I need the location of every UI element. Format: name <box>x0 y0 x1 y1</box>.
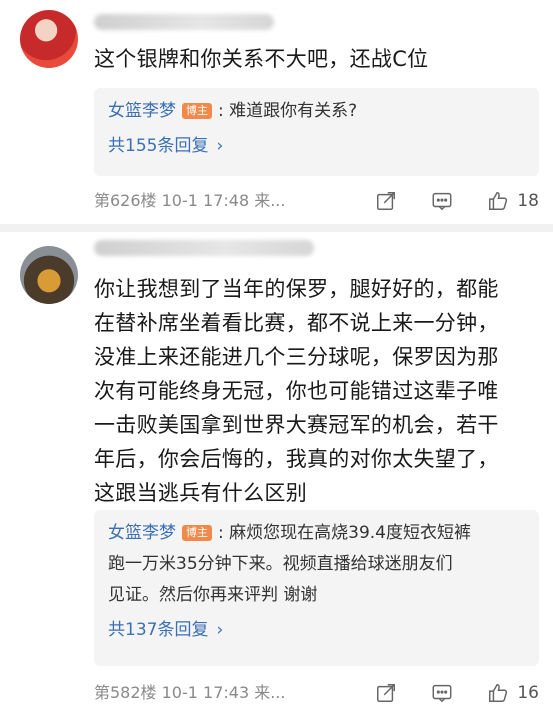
comment-meta: 第626楼 10-1 17:48 来... 18 <box>94 186 539 216</box>
thumbs-up-icon[interactable] <box>487 682 509 704</box>
avatar[interactable] <box>20 246 78 304</box>
reply-author[interactable]: 女篮李梦 <box>108 101 176 121</box>
comment-line: 一击败美国拿到世界大赛冠军的机会，若干 <box>94 413 499 437</box>
share-icon[interactable] <box>375 190 397 212</box>
comment-line: 没准上来还能进几个三分球呢，保罗因为那 <box>94 345 499 369</box>
comment-line: 在替补席坐着看比赛，都不说上来一分钟， <box>94 311 499 335</box>
view-replies-link[interactable]: 共137条回复 › <box>108 615 525 645</box>
floor-time-label: 第626楼 10-1 17:48 来... <box>94 191 286 210</box>
comment-line: 这个银牌和你关系不大吧，还战C位 <box>94 47 429 71</box>
reply-count-label: 共155条回复 <box>108 136 209 156</box>
chevron-right-icon: › <box>216 620 224 640</box>
comment-line: 年后，你会后悔的，我真的对你太失望了， <box>94 447 499 471</box>
avatar[interactable] <box>20 10 78 68</box>
comment-line: 次有可能终身无冠，你也可能错过这辈子唯 <box>94 379 499 403</box>
chevron-right-icon: › <box>216 136 224 156</box>
username-redacted <box>94 240 314 256</box>
comment-582: 你让我想到了当年的保罗，腿好好的，都能 在替补席坐着看比赛，都不说上来一分钟， … <box>0 226 553 720</box>
reply-count-label: 共137条回复 <box>108 620 209 640</box>
username-redacted <box>94 14 274 30</box>
comment-actions: 18 <box>341 186 539 216</box>
like-count: 16 <box>517 683 539 703</box>
reply-text: : 麻烦您现在高烧39.4度短衣短裤 <box>218 523 471 543</box>
comment-line: 这跟当逃兵有什么区别 <box>94 481 307 505</box>
reply-line: 女篮李梦 博主 : 难道跟你有关系? <box>108 96 525 127</box>
comment-actions: 16 <box>341 678 539 708</box>
reply-line: 跑一万米35分钟下来。视频直播给球迷朋友们 <box>108 554 453 574</box>
reply-line: 女篮李梦 博主 : 麻烦您现在高烧39.4度短衣短裤 <box>108 518 525 549</box>
view-replies-link[interactable]: 共155条回复 › <box>108 131 525 161</box>
comment-line: 你让我想到了当年的保罗，腿好好的，都能 <box>94 277 499 301</box>
comment-626: 这个银牌和你关系不大吧，还战C位 女篮李梦 博主 : 难道跟你有关系? 共155条回… <box>0 0 553 226</box>
comment-text: 这个银牌和你关系不大吧，还战C位 <box>94 42 533 76</box>
comment-text: 你让我想到了当年的保罗，腿好好的，都能 在替补席坐着看比赛，都不说上来一分钟， … <box>94 272 533 510</box>
author-badge: 博主 <box>182 525 212 541</box>
reply-preview[interactable]: 女篮李梦 博主 : 难道跟你有关系? 共155条回复 › <box>94 88 539 176</box>
floor-time-label: 第582楼 10-1 17:43 来... <box>94 683 286 702</box>
like-count: 18 <box>517 191 539 211</box>
reply-text: : 难道跟你有关系? <box>218 101 358 121</box>
reply-preview[interactable]: 女篮李梦 博主 : 麻烦您现在高烧39.4度短衣短裤 跑一万米35分钟下来。视频直播… <box>94 510 539 666</box>
author-badge: 博主 <box>182 103 212 119</box>
thumbs-up-icon[interactable] <box>487 190 509 212</box>
share-icon[interactable] <box>375 682 397 704</box>
reply-line: 见证。然后你再来评判 谢谢 <box>108 585 318 605</box>
comment-icon[interactable] <box>431 682 453 704</box>
reply-author[interactable]: 女篮李梦 <box>108 523 176 543</box>
comment-icon[interactable] <box>431 190 453 212</box>
comment-meta: 第582楼 10-1 17:43 来... 16 <box>94 678 539 708</box>
